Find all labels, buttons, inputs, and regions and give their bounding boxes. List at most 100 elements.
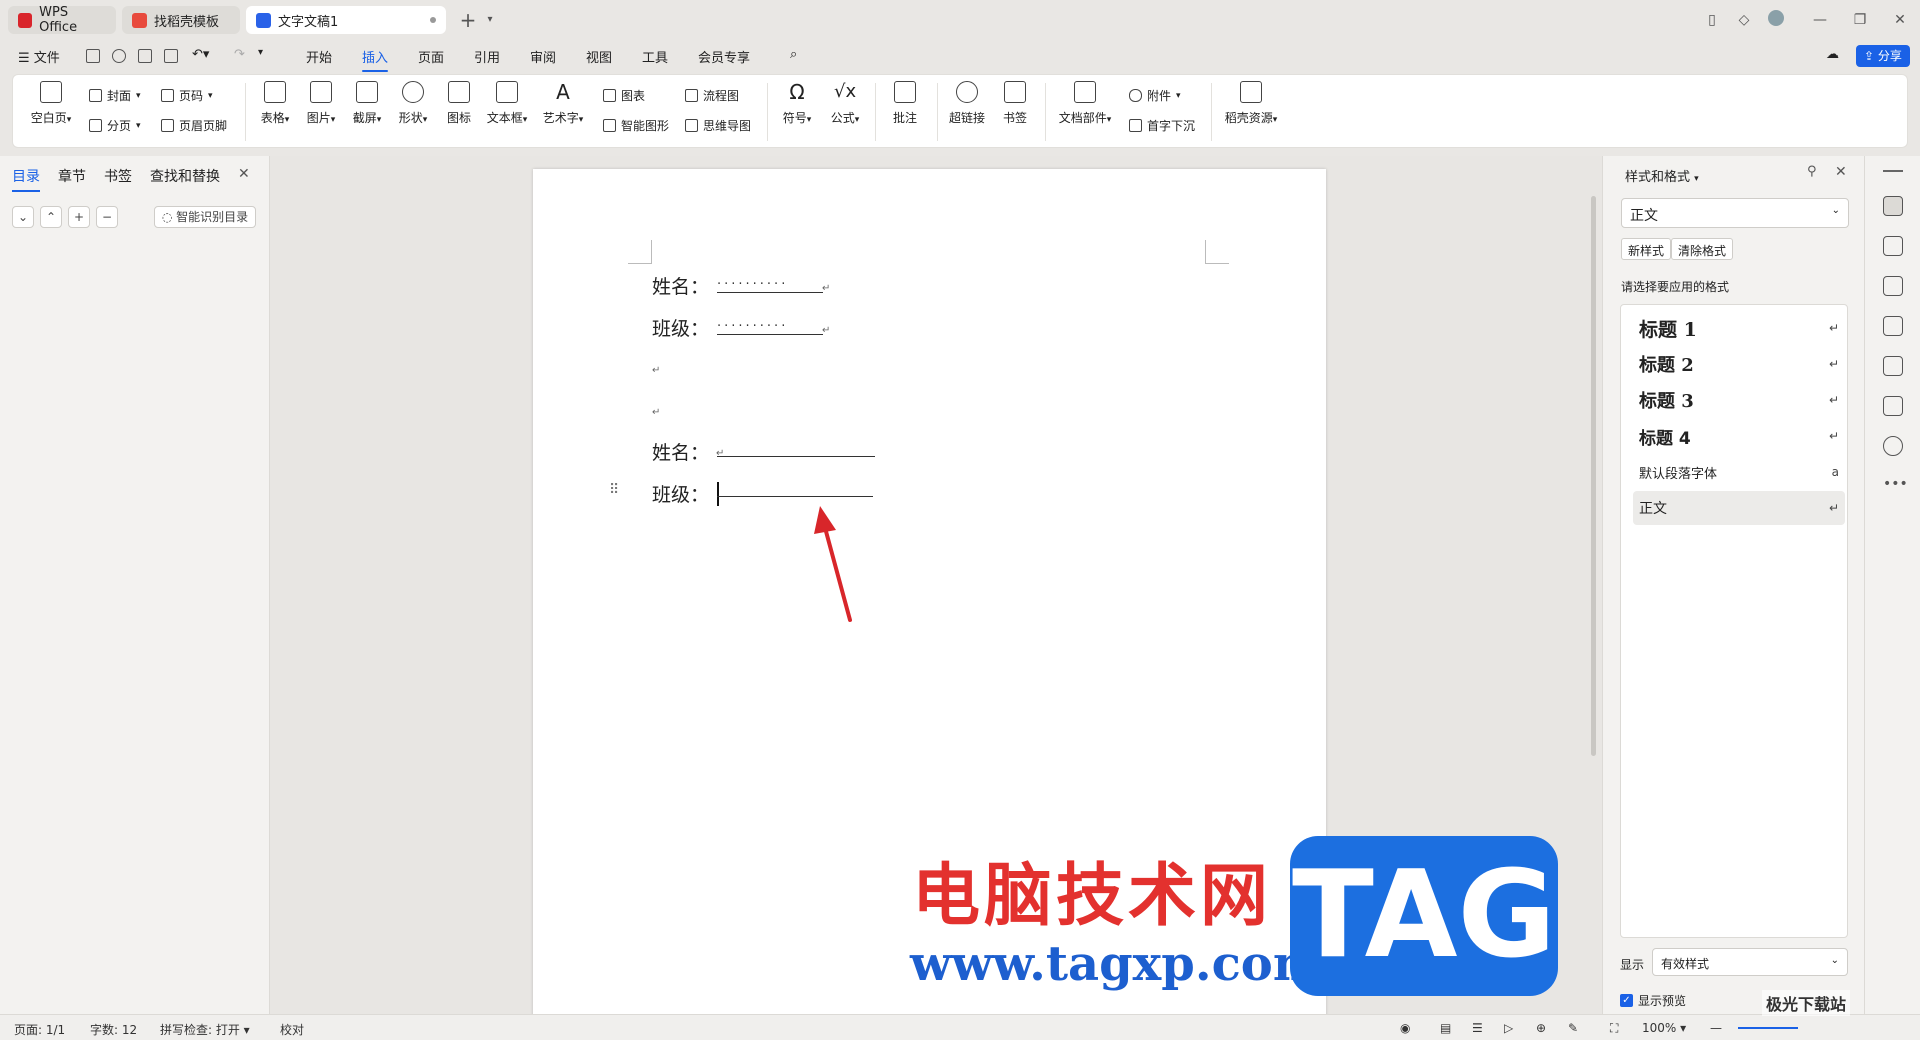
file-menu[interactable]: ☰ 文件 bbox=[18, 47, 60, 66]
menu-reference[interactable]: 引用 bbox=[474, 47, 500, 66]
menu-start[interactable]: 开始 bbox=[306, 47, 332, 66]
spell-check[interactable]: 拼写检查: 打开 ▾ bbox=[160, 1021, 250, 1038]
menu-tools[interactable]: 工具 bbox=[642, 47, 668, 66]
drop-cap-button[interactable]: 首字下沉 bbox=[1129, 117, 1195, 134]
doc-parts-button[interactable]: 文档部件▾ bbox=[1057, 75, 1113, 126]
collapse-rail-icon[interactable] bbox=[1883, 170, 1903, 172]
docer-resources-button[interactable]: 稻壳资源▾ bbox=[1221, 75, 1281, 126]
new-style-button[interactable]: 新样式 bbox=[1621, 238, 1672, 260]
picture-button[interactable]: 图片▾ bbox=[299, 75, 343, 126]
page-count[interactable]: 页面: 1/1 bbox=[14, 1021, 65, 1038]
outline-view-icon[interactable]: ☰ bbox=[1472, 1021, 1483, 1035]
unsaved-dot-icon[interactable] bbox=[430, 17, 436, 23]
print-preview-icon[interactable] bbox=[164, 49, 178, 63]
menu-insert[interactable]: 插入 bbox=[362, 47, 389, 72]
vertical-scrollbar[interactable] bbox=[1588, 160, 1598, 1010]
tab-sections[interactable]: 章节 bbox=[58, 166, 86, 186]
adjust-icon[interactable] bbox=[1883, 276, 1903, 296]
style-heading-4[interactable]: 标题 4 ↵ bbox=[1633, 419, 1845, 453]
shape-button[interactable]: 形状▾ bbox=[391, 75, 435, 126]
textbox-button[interactable]: 文本框▾ bbox=[485, 75, 529, 126]
page-break-button[interactable]: 分页 ▾ bbox=[89, 117, 141, 134]
mindmap-button[interactable]: 思维导图 bbox=[685, 117, 751, 134]
new-tab-icon[interactable]: + bbox=[458, 10, 478, 30]
link-icon[interactable] bbox=[112, 49, 126, 63]
scrollbar-thumb[interactable] bbox=[1591, 196, 1596, 756]
doc-name-label-2[interactable]: 姓名： bbox=[652, 438, 709, 465]
blank-page-button[interactable]: 空白页▾ bbox=[29, 75, 73, 126]
menu-view[interactable]: 视图 bbox=[586, 47, 612, 66]
tab-toc[interactable]: 目录 bbox=[12, 166, 40, 192]
menu-page[interactable]: 页面 bbox=[418, 47, 444, 66]
add-level-icon[interactable]: + bbox=[68, 206, 90, 228]
class-dotted-field[interactable]: ·········· bbox=[717, 320, 823, 335]
style-body-text[interactable]: 正文 ↵ bbox=[1633, 491, 1845, 525]
help-icon[interactable] bbox=[1883, 436, 1903, 456]
chart-button[interactable]: 图表 bbox=[603, 87, 645, 104]
expand-up-icon[interactable]: ⌃ bbox=[40, 206, 62, 228]
doc-class-label-2[interactable]: 班级： bbox=[652, 480, 709, 507]
collapse-icon[interactable]: ⌄ bbox=[12, 206, 34, 228]
cube-icon[interactable]: ◇ bbox=[1734, 10, 1754, 30]
class-underline-field[interactable] bbox=[717, 496, 873, 497]
more-icon[interactable]: ••• bbox=[1883, 476, 1908, 492]
save-icon[interactable] bbox=[86, 49, 100, 63]
close-icon[interactable]: ✕ bbox=[1835, 164, 1847, 180]
doc-class-label-1[interactable]: 班级： bbox=[652, 314, 709, 341]
name-dotted-field[interactable]: ·········· bbox=[717, 278, 823, 293]
close-panel-icon[interactable]: ✕ bbox=[238, 166, 250, 182]
fit-icon[interactable]: ⛶ bbox=[1610, 1021, 1618, 1036]
style-heading-2[interactable]: 标题 2 ↵ bbox=[1633, 347, 1845, 381]
symbol-button[interactable]: Ω 符号▾ bbox=[775, 75, 819, 126]
comment-button[interactable]: 批注 bbox=[883, 75, 927, 126]
zoom-out-icon[interactable]: — bbox=[1710, 1021, 1722, 1035]
menu-member[interactable]: 会员专享 bbox=[698, 47, 750, 66]
share-button[interactable]: ⇪ 分享 bbox=[1856, 45, 1910, 67]
web-view-icon[interactable]: ⊕ bbox=[1536, 1021, 1546, 1035]
icon-button[interactable]: 图标 bbox=[437, 75, 481, 126]
sign-icon[interactable] bbox=[1883, 316, 1903, 336]
style-heading-3[interactable]: 标题 3 ↵ bbox=[1633, 383, 1845, 417]
proofread[interactable]: 校对 bbox=[280, 1021, 304, 1038]
attachment-button[interactable]: 附件 ▾ bbox=[1129, 87, 1181, 104]
style-heading-1[interactable]: 标题 1 ↵ bbox=[1633, 311, 1845, 345]
select-icon[interactable] bbox=[1883, 236, 1903, 256]
smart-graphic-button[interactable]: 智能图形 bbox=[603, 117, 669, 134]
minimize-icon[interactable]: — bbox=[1810, 10, 1830, 30]
doc-name-label-1[interactable]: 姓名： bbox=[652, 272, 709, 299]
show-preview-checkbox[interactable]: ✓ 显示预览 bbox=[1620, 992, 1686, 1009]
formula-button[interactable]: √x 公式▾ bbox=[823, 75, 867, 126]
bookmark-button[interactable]: 书签 bbox=[993, 75, 1037, 126]
show-filter-select[interactable]: 有效样式 ⌄ bbox=[1652, 948, 1848, 976]
zoom-level[interactable]: 100% ▾ bbox=[1642, 1021, 1686, 1035]
current-style-select[interactable]: 正文 ⌄ bbox=[1621, 198, 1849, 228]
avatar[interactable] bbox=[1766, 10, 1786, 30]
play-icon[interactable]: ▷ bbox=[1504, 1021, 1513, 1035]
flowchart-button[interactable]: 流程图 bbox=[685, 87, 739, 104]
name-underline-field[interactable] bbox=[717, 456, 875, 457]
menu-review[interactable]: 审阅 bbox=[530, 47, 556, 66]
layout-icon[interactable]: ▯ bbox=[1702, 10, 1722, 30]
styles-panel-title[interactable]: 样式和格式 ▾ bbox=[1625, 166, 1699, 185]
eye-icon[interactable]: ◉ bbox=[1400, 1021, 1410, 1035]
header-footer-button[interactable]: 页眉页脚 bbox=[161, 117, 227, 134]
cloud-icon[interactable]: ☁ bbox=[1826, 47, 1839, 62]
book-icon[interactable] bbox=[1883, 396, 1903, 416]
tools-icon[interactable] bbox=[1883, 356, 1903, 376]
screenshot-button[interactable]: 截屏▾ bbox=[345, 75, 389, 126]
redo-icon[interactable]: ↷ bbox=[234, 47, 245, 62]
undo-icon[interactable]: ↶▾ bbox=[192, 47, 209, 62]
clear-format-button[interactable]: 清除格式 bbox=[1671, 238, 1734, 260]
style-default-font[interactable]: 默认段落字体 a bbox=[1633, 455, 1845, 489]
pen-icon[interactable]: ✎ bbox=[1568, 1021, 1578, 1035]
tab-bookmarks[interactable]: 书签 bbox=[104, 166, 132, 186]
pin-icon[interactable]: ⚲ bbox=[1807, 164, 1817, 179]
hyperlink-button[interactable]: 超链接 bbox=[945, 75, 989, 126]
page-number-button[interactable]: 页码 ▾ bbox=[161, 87, 213, 104]
remove-level-icon[interactable]: − bbox=[96, 206, 118, 228]
tab-wps-office[interactable]: WPS Office bbox=[8, 5, 116, 35]
restore-icon[interactable]: ❐ bbox=[1850, 10, 1870, 30]
search-icon[interactable]: ⌕ bbox=[790, 47, 797, 62]
zoom-slider[interactable] bbox=[1738, 1027, 1798, 1029]
close-icon[interactable]: ✕ bbox=[1890, 10, 1910, 30]
